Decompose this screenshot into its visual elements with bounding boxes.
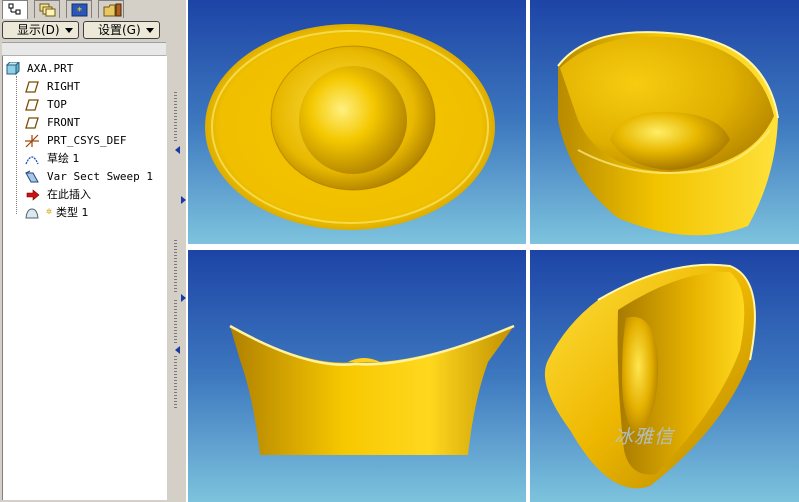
ingot-top-view-model: [205, 24, 495, 230]
sweep-icon: [25, 170, 39, 183]
part-icon: [6, 62, 20, 76]
model-tree-icon: [8, 3, 21, 15]
ingot-side-iso-view-model: [544, 263, 756, 489]
splitter-grip: [174, 356, 177, 408]
insert-here-arrow-icon: [26, 189, 40, 201]
tab-favorites[interactable]: *: [66, 0, 92, 18]
tree-toolbar: 显示(D) 设置(G): [0, 19, 170, 41]
splitter-grip: [174, 92, 177, 142]
tree-item-label: RIGHT: [47, 80, 81, 93]
splitter-grip: [174, 240, 177, 292]
model-tree-panel: * 显示(D) 设置(G) AXA.PRT RIGHT TOP FRONT PR…: [0, 0, 170, 502]
tree-root-label: AXA.PRT: [27, 62, 74, 75]
ingot-front-view-model: [229, 324, 515, 455]
viewport-side-iso-view[interactable]: [530, 250, 799, 502]
watermark-text: 冰雅信: [614, 426, 675, 448]
viewport-front-view[interactable]: [188, 250, 526, 502]
tree-item-label: FRONT: [47, 116, 81, 129]
viewport-top-view[interactable]: [188, 0, 526, 244]
tree-item-front[interactable]: FRONT: [3, 114, 163, 132]
chevron-down-icon: [146, 28, 154, 33]
chevron-down-icon: [65, 28, 73, 33]
display-dropdown-label: 显示(D): [17, 23, 60, 37]
ingot-iso-view-model: [557, 31, 779, 236]
viewport-grid: 冰雅信: [186, 0, 799, 502]
style-marker-icon: ✲: [46, 206, 53, 217]
settings-dropdown[interactable]: 设置(G): [83, 21, 160, 39]
tree-item-label: 草绘 1: [47, 152, 80, 165]
layers-icon: [39, 3, 56, 17]
settings-dropdown-label: 设置(G): [98, 23, 141, 37]
tree-item-label: 在此插入: [47, 188, 91, 201]
tab-layers[interactable]: [34, 0, 60, 18]
viewport-iso-view[interactable]: [530, 0, 799, 244]
tab-model-tree[interactable]: [2, 0, 28, 19]
tree-item-label: PRT_CSYS_DEF: [47, 134, 127, 147]
tree-item-csys[interactable]: PRT_CSYS_DEF: [3, 132, 163, 150]
collapse-left-icon[interactable]: [175, 346, 180, 354]
panel-splitter[interactable]: [170, 0, 186, 502]
svg-text:*: *: [77, 6, 82, 17]
tree-item-style[interactable]: ✲ 类型 1: [3, 204, 163, 222]
coordinate-system-icon: [25, 134, 39, 148]
splitter-grip: [174, 300, 177, 344]
tree-item-label: 类型 1: [56, 206, 89, 219]
tree-root-item[interactable]: AXA.PRT: [3, 60, 163, 78]
tree-item-sweep[interactable]: Var Sect Sweep 1: [3, 168, 163, 186]
tree-item-label: TOP: [47, 98, 67, 111]
tree-item-right[interactable]: RIGHT: [3, 78, 163, 96]
model-tree: AXA.PRT RIGHT TOP FRONT PRT_CSYS_DEF 草绘 …: [2, 56, 167, 500]
datum-plane-icon: [25, 117, 39, 129]
folder-icon: [103, 3, 122, 17]
tree-item-top[interactable]: TOP: [3, 96, 163, 114]
tree-column-header: [2, 42, 166, 56]
collapse-left-icon[interactable]: [175, 146, 180, 154]
tree-item-insert-here[interactable]: 在此插入: [3, 186, 163, 204]
style-feature-icon: [25, 208, 39, 219]
datum-plane-icon: [25, 99, 39, 111]
tree-item-label: Var Sect Sweep 1: [47, 170, 153, 183]
display-dropdown[interactable]: 显示(D): [2, 21, 79, 39]
sketch-icon: [25, 156, 39, 165]
datum-plane-icon: [25, 81, 39, 93]
navigator-tab-bar: *: [0, 0, 170, 19]
tree-item-sketch[interactable]: 草绘 1: [3, 150, 163, 168]
tab-folder-browser[interactable]: [98, 0, 124, 18]
favorites-icon: *: [71, 3, 88, 17]
